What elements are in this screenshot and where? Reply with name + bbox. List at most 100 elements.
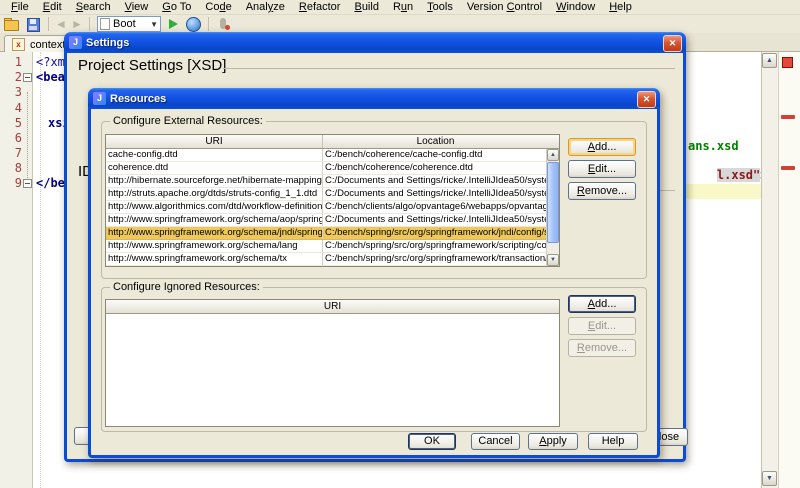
menu-item-refactor[interactable]: Refactor bbox=[292, 1, 348, 13]
table-scrollbar[interactable]: ▲ ▼ bbox=[546, 149, 559, 266]
location-cell: C:/bench/spring/src/org/springframework/… bbox=[323, 253, 548, 265]
ignored-resources-table[interactable]: URI bbox=[105, 299, 560, 427]
edit-button[interactable]: Edit... bbox=[568, 160, 636, 178]
error-status-square bbox=[782, 57, 793, 68]
menu-item-go-to[interactable]: Go To bbox=[155, 1, 198, 13]
run-icon[interactable] bbox=[169, 19, 178, 29]
menu-item-view[interactable]: View bbox=[118, 1, 156, 13]
table-row[interactable]: coherence.dtdC:/bench/coherence/coherenc… bbox=[106, 162, 548, 175]
uri-cell: http://hibernate.sourceforge.net/hiberna… bbox=[106, 175, 323, 187]
fold-guide bbox=[27, 92, 28, 178]
fold-icon[interactable] bbox=[23, 179, 32, 188]
table-row[interactable]: http://www.springframework.org/schema/tx… bbox=[106, 253, 548, 266]
run-configuration-combo[interactable]: Boot ▼ bbox=[97, 16, 161, 32]
ignored-resources-group: Configure Ignored Resources: URI Add...E… bbox=[101, 287, 647, 432]
table-row[interactable]: cache-config.dtdC:/bench/coherence/cache… bbox=[106, 149, 548, 162]
uri-cell: http://www.springframework.org/schema/jn… bbox=[106, 227, 323, 239]
table-row[interactable]: http://www.springframework.org/schema/ao… bbox=[106, 214, 548, 227]
intellij-logo-icon: J bbox=[93, 92, 106, 105]
help-button[interactable]: Help bbox=[588, 433, 638, 450]
line-number: 7 bbox=[4, 146, 22, 160]
external-resources-table[interactable]: URI Location cache-config.dtdC:/bench/co… bbox=[105, 134, 560, 267]
uri-cell: coherence.dtd bbox=[106, 162, 323, 174]
fold-icon[interactable] bbox=[23, 73, 32, 82]
resources-dialog: J Resources ✕ Configure External Resourc… bbox=[88, 88, 660, 458]
remove-button[interactable]: Remove... bbox=[568, 182, 636, 200]
back-icon[interactable]: ◄ bbox=[53, 17, 69, 32]
line-number: 6 bbox=[4, 131, 22, 145]
settings-titlebar[interactable]: J Settings ✕ bbox=[64, 32, 686, 53]
menu-item-run[interactable]: Run bbox=[386, 1, 420, 13]
uri-cell: http://struts.apache.org/dtds/struts-con… bbox=[106, 188, 323, 200]
toolbar-separator bbox=[89, 17, 90, 31]
edit-button[interactable]: Edit... bbox=[568, 317, 636, 335]
chevron-down-icon: ▼ bbox=[150, 20, 158, 29]
menu-item-tools[interactable]: Tools bbox=[420, 1, 460, 13]
resources-dialog-title: Resources bbox=[110, 93, 166, 105]
menu-item-window[interactable]: Window bbox=[549, 1, 602, 13]
external-group-label: Configure External Resources: bbox=[110, 115, 266, 127]
add-button[interactable]: Add... bbox=[568, 295, 636, 313]
menu-item-search[interactable]: Search bbox=[69, 1, 118, 13]
debug-icon[interactable] bbox=[186, 17, 201, 32]
column-header-uri: URI bbox=[106, 300, 559, 313]
error-marker[interactable] bbox=[781, 166, 795, 170]
menu-item-file[interactable]: File bbox=[4, 1, 36, 13]
table-row[interactable]: http://www.algorithmics.com/dtd/workflow… bbox=[106, 201, 548, 214]
uri-cell: http://www.springframework.org/schema/tx bbox=[106, 253, 323, 265]
column-header-uri: URI bbox=[106, 135, 323, 148]
toolbar-separator bbox=[208, 17, 209, 31]
remove-button[interactable]: Remove... bbox=[568, 339, 636, 357]
line-number: 8 bbox=[4, 161, 22, 175]
table-row[interactable]: http://www.springframework.org/schema/jn… bbox=[106, 227, 548, 240]
tab-label: context bbox=[30, 39, 65, 51]
uri-cell: http://www.algorithmics.com/dtd/workflow… bbox=[106, 201, 323, 213]
menu-item-help[interactable]: Help bbox=[602, 1, 639, 13]
line-number: 3 bbox=[4, 85, 22, 99]
resources-close-icon[interactable]: ✕ bbox=[637, 91, 656, 108]
save-icon[interactable] bbox=[25, 17, 41, 32]
table-row[interactable]: http://struts.apache.org/dtds/struts-con… bbox=[106, 188, 548, 201]
ok-button[interactable]: OK bbox=[408, 433, 456, 450]
section-separator bbox=[223, 68, 675, 69]
inspect-icon[interactable] bbox=[216, 17, 230, 31]
menu-item-version-control[interactable]: Version Control bbox=[460, 1, 549, 13]
xml-file-icon: x bbox=[12, 38, 25, 51]
table-header: URI bbox=[106, 300, 559, 314]
menu-item-analyze[interactable]: Analyze bbox=[239, 1, 292, 13]
line-number: 2 bbox=[4, 70, 22, 84]
intellij-logo-icon: J bbox=[69, 36, 82, 49]
table-row[interactable]: http://hibernate.sourceforge.net/hiberna… bbox=[106, 175, 548, 188]
scroll-down-icon[interactable]: ▼ bbox=[547, 254, 559, 266]
menu-item-code[interactable]: Code bbox=[198, 1, 238, 13]
run-config-icon bbox=[100, 18, 110, 30]
resources-titlebar[interactable]: J Resources ✕ bbox=[88, 88, 660, 109]
location-cell: C:/Documents and Settings/ricke/.Intelli… bbox=[323, 214, 548, 226]
scrollbar-thumb[interactable] bbox=[547, 162, 559, 243]
editor-scrollbar[interactable] bbox=[761, 52, 778, 488]
menu-item-build[interactable]: Build bbox=[347, 1, 385, 13]
add-button[interactable]: Add... bbox=[568, 138, 636, 156]
table-row[interactable]: http://www.springframework.org/schema/la… bbox=[106, 240, 548, 253]
scroll-down-icon[interactable]: ▼ bbox=[762, 471, 777, 486]
menu-item-edit[interactable]: Edit bbox=[36, 1, 69, 13]
location-cell: C:/Documents and Settings/ricke/.Intelli… bbox=[323, 188, 548, 200]
scroll-up-icon[interactable]: ▲ bbox=[547, 149, 559, 161]
code-fragment-xsd: ans.xsd bbox=[688, 139, 739, 153]
settings-close-icon[interactable]: ✕ bbox=[663, 35, 682, 52]
location-cell: C:/bench/coherence/cache-config.dtd bbox=[323, 149, 548, 161]
table-header: URI Location bbox=[106, 135, 559, 149]
apply-button[interactable]: Apply bbox=[528, 433, 578, 450]
scroll-up-icon[interactable]: ▲ bbox=[762, 53, 777, 68]
forward-icon[interactable]: ► bbox=[69, 17, 85, 32]
error-marker[interactable] bbox=[781, 115, 795, 119]
column-header-location: Location bbox=[323, 135, 548, 148]
page-heading: Project Settings [XSD] bbox=[78, 57, 226, 74]
uri-cell: http://www.springframework.org/schema/ao… bbox=[106, 214, 323, 226]
indent-guide bbox=[40, 52, 41, 488]
line-number: 1 bbox=[4, 55, 22, 69]
toolbar-separator bbox=[48, 17, 49, 31]
code-fragment-selected: l.xsd"> bbox=[688, 154, 768, 196]
open-file-icon[interactable] bbox=[3, 17, 19, 32]
cancel-button[interactable]: Cancel bbox=[471, 433, 520, 450]
